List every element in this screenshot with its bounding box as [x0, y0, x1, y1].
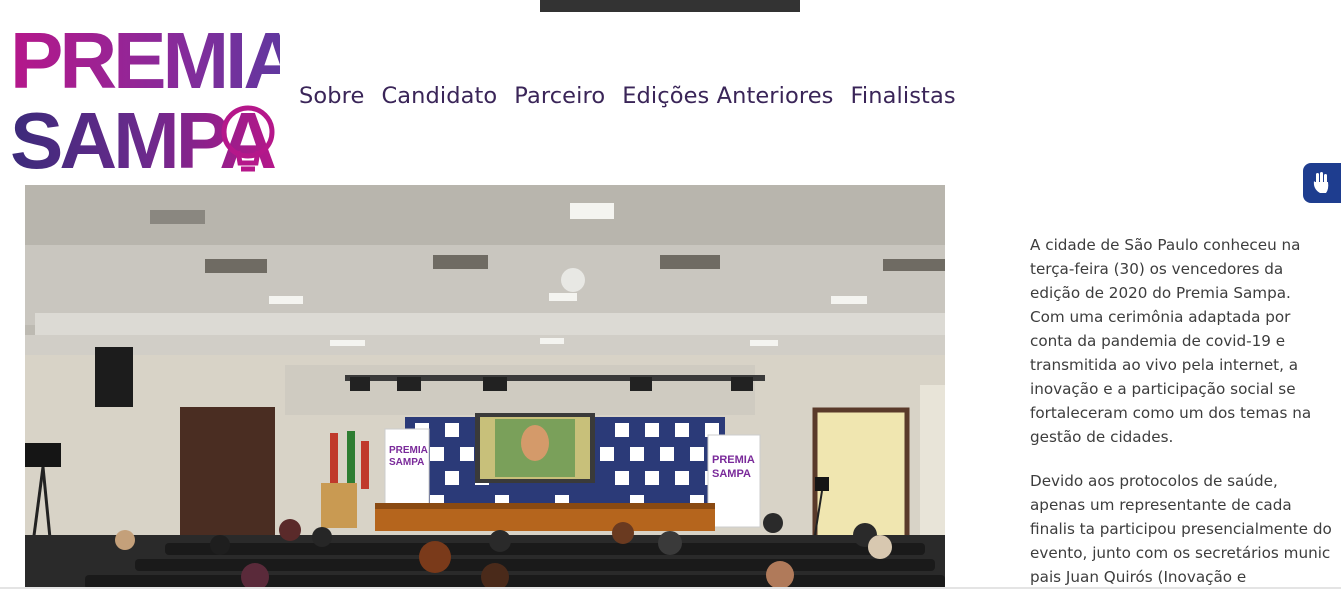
ceremony-photo: PREMIA SAMPA PREMIA SAMPA	[25, 185, 945, 589]
premia-sampa-logo[interactable]: PREMIA SAMPA	[10, 20, 280, 175]
banner-right-line1: PREMIA	[712, 454, 755, 466]
article-paragraph-1: A cidade de São Paulo conheceu na terça-…	[1030, 236, 1312, 446]
nav-link-finalistas[interactable]: Finalistas	[851, 83, 956, 109]
article-body: A cidade de São Paulo conheceu na terça-…	[1030, 233, 1341, 609]
top-dark-bar	[540, 0, 800, 12]
banner-left-line2: SAMPA	[389, 457, 424, 468]
main-nav: Sobre Candidato Parceiro Edições Anterio…	[299, 83, 956, 109]
nav-link-edicoes-anteriores[interactable]: Edições Anteriores	[622, 83, 833, 109]
nav-link-parceiro[interactable]: Parceiro	[514, 83, 605, 109]
sign-language-icon	[1313, 172, 1329, 193]
nav-link-candidato[interactable]: Candidato	[381, 83, 497, 109]
logo-line1: PREMIA	[10, 20, 280, 105]
nav-link-sobre[interactable]: Sobre	[299, 83, 364, 109]
banner-left-line1: PREMIA	[389, 445, 428, 456]
logo-line2: SAMPA	[10, 96, 275, 175]
banner-right-line2: SAMPA	[712, 468, 751, 480]
accessibility-button[interactable]	[1303, 163, 1341, 203]
article-paragraph-2: Devido aos protocolos de saúde, apenas u…	[1030, 472, 1332, 586]
